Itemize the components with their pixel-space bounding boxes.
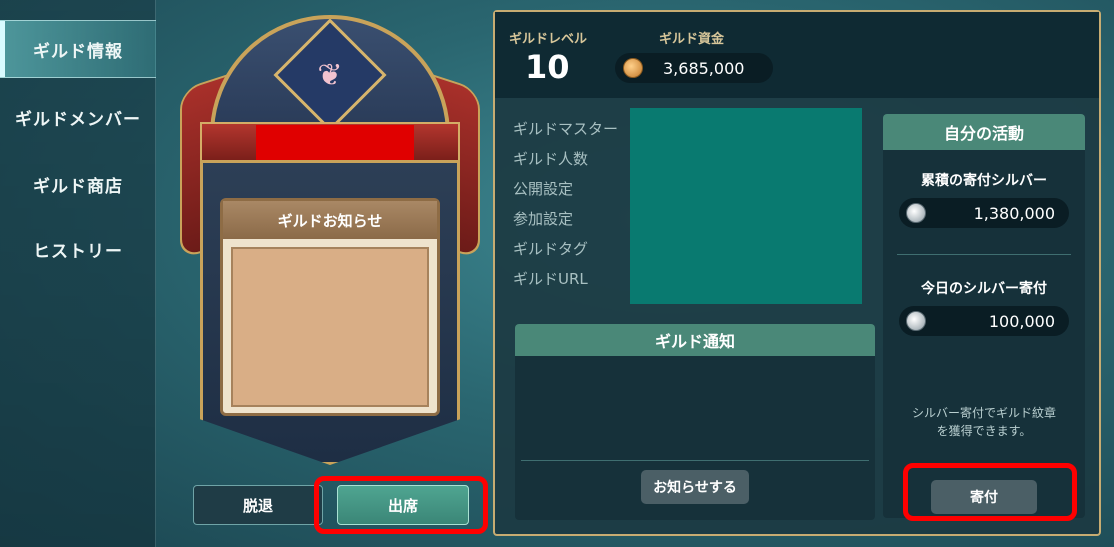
- sidebar: ギルド情報 ギルドメンバー ギルド商店 ヒストリー: [0, 0, 156, 547]
- guild-level-label: ギルドレベル: [509, 32, 588, 47]
- sidebar-item-guild-members[interactable]: ギルドメンバー: [0, 88, 156, 146]
- sidebar-item-label: ギルド情報: [33, 41, 123, 62]
- silver-coin-icon: [906, 203, 926, 223]
- guild-funds-label: ギルド資金: [659, 32, 725, 47]
- wings-icon: ❦: [317, 57, 343, 93]
- guild-name-redacted: [256, 125, 414, 161]
- today-donation-label: 今日のシルバー寄付: [921, 281, 1047, 297]
- divider: [521, 460, 869, 461]
- total-donation-display: 1,380,000: [899, 198, 1069, 228]
- guild-info-panel: ギルドレベル 10 ギルド資金 3,685,000 ギルドマスター ギルド人数 …: [493, 10, 1101, 536]
- guild-funds-display: 3,685,000: [615, 53, 773, 83]
- sidebar-item-history[interactable]: ヒストリー: [0, 220, 156, 278]
- donation-note: シルバー寄付でギルド紋章 を獲得できます。: [893, 404, 1075, 440]
- guild-level-value: 10: [525, 48, 570, 86]
- sidebar-item-label: ギルドメンバー: [15, 109, 141, 130]
- total-donation-label: 累積の寄付シルバー: [921, 173, 1047, 189]
- sidebar-item-label: ヒストリー: [33, 241, 123, 262]
- total-donation-value: 1,380,000: [973, 203, 1055, 223]
- guild-header: ギルドレベル 10 ギルド資金 3,685,000: [495, 12, 1099, 98]
- sidebar-item-label: ギルド商店: [33, 176, 123, 197]
- silver-coin-icon: [906, 311, 926, 331]
- guild-notice-body: [231, 247, 429, 407]
- guild-notice-title: ギルドお知らせ: [223, 201, 437, 239]
- info-label-public: 公開設定: [513, 180, 574, 198]
- sidebar-item-guild-shop[interactable]: ギルド商店: [0, 155, 156, 213]
- divider: [897, 254, 1071, 255]
- gold-coin-icon: [623, 58, 643, 78]
- guild-notice-board: ギルドお知らせ: [220, 198, 440, 416]
- guild-notify-title: ギルド通知: [515, 324, 875, 356]
- info-label-tag: ギルドタグ: [513, 240, 589, 258]
- attend-button[interactable]: 出席: [337, 485, 469, 525]
- info-label-join: 参加設定: [513, 210, 574, 228]
- info-label-url: ギルドURL: [513, 270, 588, 288]
- info-label-members: ギルド人数: [513, 150, 589, 168]
- today-donation-value: 100,000: [988, 311, 1055, 331]
- guild-banner: ❦ ギルドお知らせ: [170, 10, 490, 480]
- donate-button[interactable]: 寄付: [931, 480, 1037, 514]
- leave-button[interactable]: 脱退: [193, 485, 323, 525]
- announce-button[interactable]: お知らせする: [641, 470, 749, 504]
- guild-info-values-redacted: [630, 108, 862, 304]
- guild-notify-panel: ギルド通知 お知らせする: [515, 324, 875, 520]
- my-activity-title: 自分の活動: [883, 114, 1085, 150]
- today-donation-display: 100,000: [899, 306, 1069, 336]
- donation-note-line: シルバー寄付でギルド紋章: [911, 406, 1056, 420]
- guild-funds-value: 3,685,000: [663, 58, 745, 78]
- donation-note-line: を獲得できます。: [936, 424, 1032, 438]
- info-label-master: ギルドマスター: [513, 120, 619, 138]
- sidebar-item-guild-info[interactable]: ギルド情報: [0, 20, 156, 78]
- my-activity-panel: 自分の活動 累積の寄付シルバー 1,380,000 今日のシルバー寄付 100,…: [883, 114, 1085, 518]
